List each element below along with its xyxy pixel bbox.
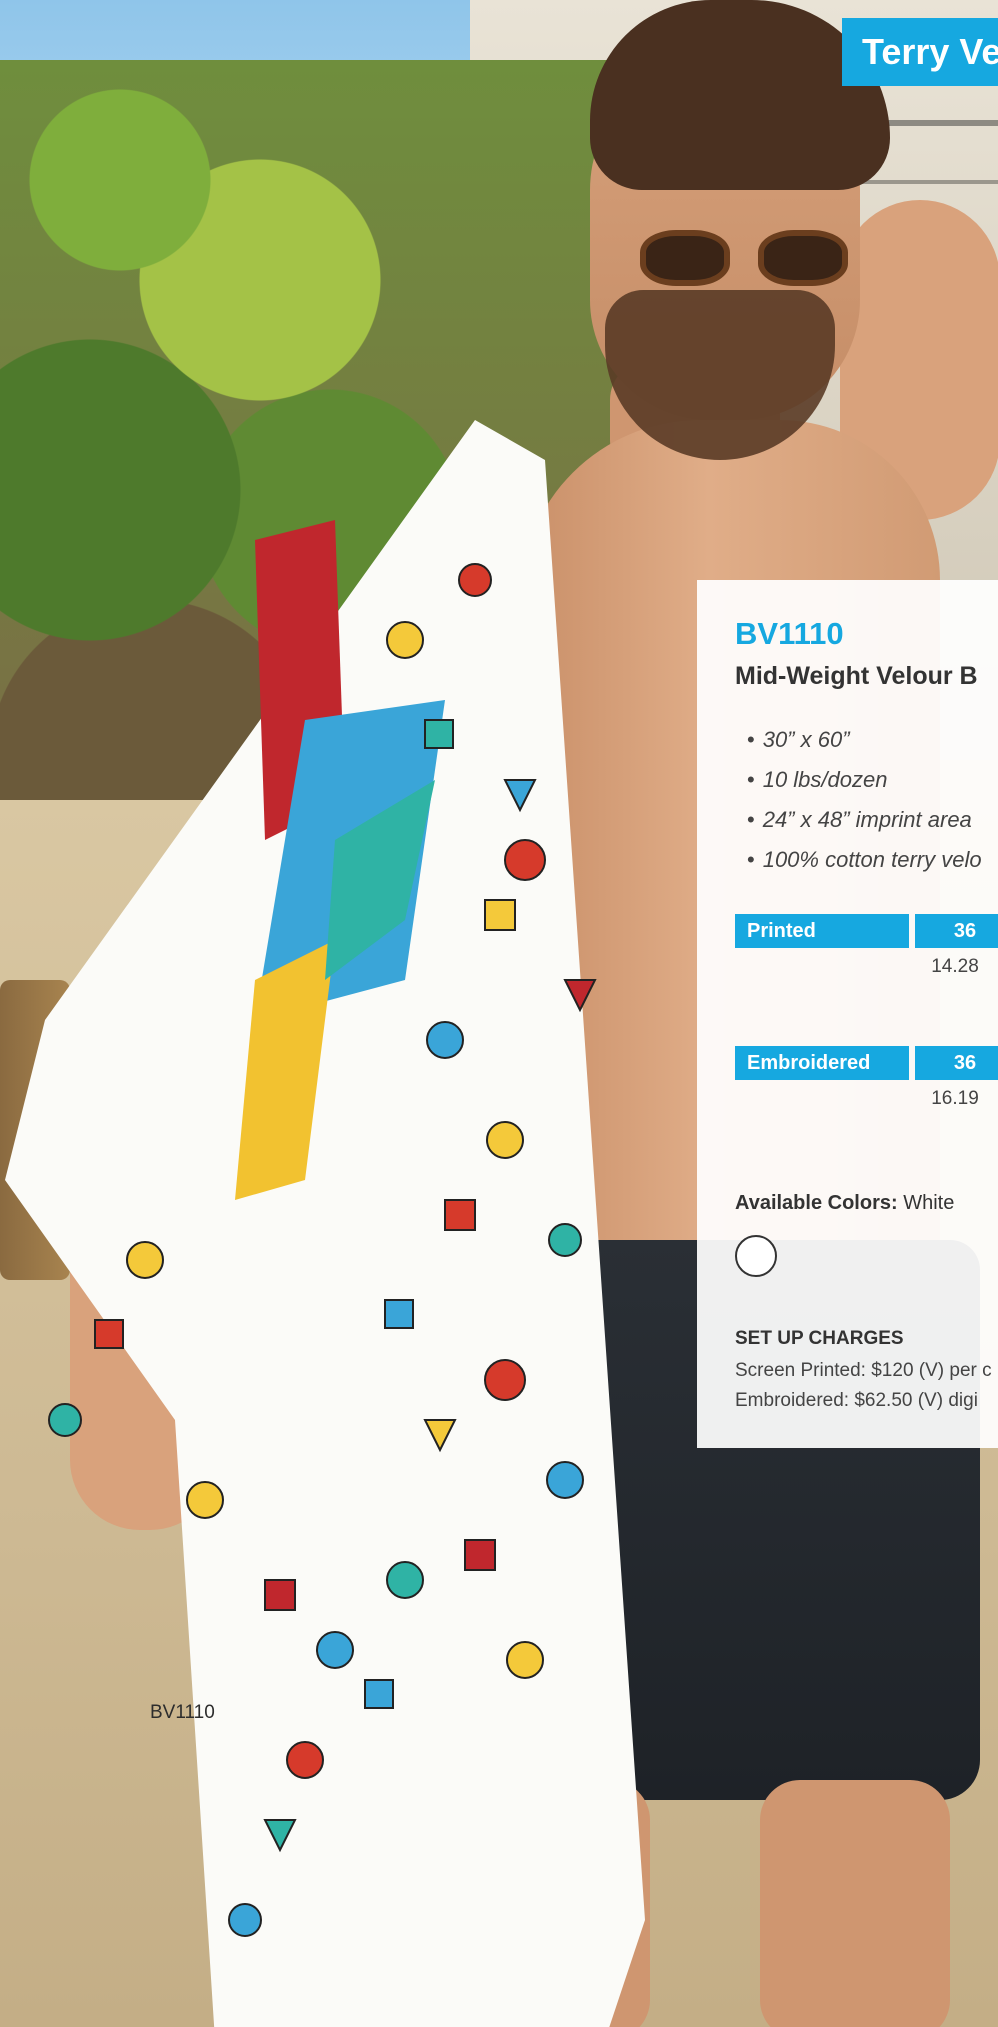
available-colors: Available Colors: White — [735, 1192, 954, 1215]
spec-list: 30” x 60” 10 lbs/dozen 24” x 48” imprint… — [747, 720, 982, 880]
spec-item: 100% cotton terry velo — [747, 840, 982, 880]
beach-towel-graphic — [5, 420, 655, 2027]
product-name: Mid-Weight Velour B — [735, 662, 978, 690]
price-value: 14.28 — [931, 956, 979, 977]
category-tab: Terry Ve — [842, 18, 998, 86]
setup-charges-title: SET UP CHARGES — [735, 1328, 904, 1349]
spec-item: 30” x 60” — [747, 720, 982, 760]
price-method-label: Printed — [735, 914, 909, 948]
setup-charge-line: Embroidered: $62.50 (V) digi — [735, 1390, 978, 1411]
price-qty-header: 36 — [915, 1046, 998, 1080]
available-colors-value: White — [903, 1192, 955, 1214]
available-colors-label: Available Colors: — [735, 1192, 898, 1214]
sunglasses-icon — [640, 230, 860, 290]
price-value: 16.19 — [931, 1088, 979, 1109]
price-method-label: Embroidered — [735, 1046, 909, 1080]
setup-charge-line: Screen Printed: $120 (V) per c — [735, 1360, 992, 1381]
spec-item: 24” x 48” imprint area — [747, 800, 982, 840]
price-qty-header: 36 — [915, 914, 998, 948]
product-sku: BV1110 — [735, 616, 844, 651]
model-leg — [760, 1780, 950, 2027]
photo-product-label: BV1110 — [150, 1702, 215, 1723]
product-info-panel: BV1110 Mid-Weight Velour B 30” x 60” 10 … — [697, 580, 998, 1448]
spec-item: 10 lbs/dozen — [747, 760, 982, 800]
color-swatch-white[interactable] — [735, 1235, 777, 1277]
